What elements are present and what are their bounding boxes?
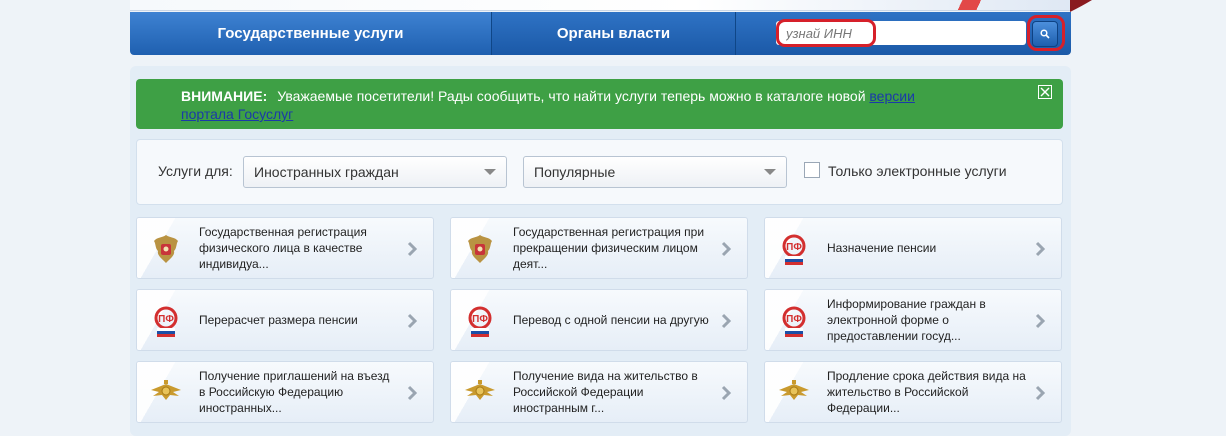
- electronic-only-checkbox[interactable]: [804, 162, 820, 178]
- tab-government-services[interactable]: Государственные услуги: [130, 12, 492, 55]
- search-button[interactable]: [1032, 21, 1058, 47]
- main-navbar: Государственные услуги Органы власти: [130, 12, 1071, 55]
- chevron-right-icon: [721, 385, 732, 401]
- audience-select-value: Иностранных граждан: [254, 164, 399, 180]
- close-icon: [1040, 87, 1050, 97]
- close-button[interactable]: [1038, 85, 1052, 99]
- service-card-label: Получение вида на жительство в Российско…: [513, 369, 698, 415]
- chevron-right-icon: [721, 313, 732, 329]
- service-card[interactable]: ПФ Информирование граждан в электронной …: [764, 289, 1062, 351]
- service-card[interactable]: Получение приглашений на въезд в Российс…: [136, 361, 434, 423]
- svg-text:ПФ: ПФ: [786, 314, 802, 325]
- pension-fund-icon: ПФ: [782, 306, 806, 337]
- chevron-right-icon: [407, 313, 418, 329]
- audience-select[interactable]: Иностранных граждан: [243, 156, 507, 188]
- notice-title: ВНИМАНИЕ:: [181, 88, 268, 104]
- service-card-label: Получение приглашений на въезд в Российс…: [199, 369, 390, 415]
- chevron-right-icon: [407, 385, 418, 401]
- electronic-only-label[interactable]: Только электронные услуги: [828, 163, 1007, 179]
- eagle-emblem-icon: [151, 380, 181, 400]
- search-input[interactable]: [776, 21, 1026, 45]
- pension-fund-icon: ПФ: [468, 306, 492, 337]
- service-card[interactable]: Продление срока действия вида на жительс…: [764, 361, 1062, 423]
- svg-text:ПФ: ПФ: [472, 314, 488, 325]
- notice-text: ВНИМАНИЕ: Уважаемые посетители! Рады сооб…: [181, 87, 971, 123]
- tab-authorities[interactable]: Органы власти: [492, 12, 736, 55]
- filter-label: Услуги для:: [158, 163, 233, 179]
- chevron-right-icon: [721, 241, 732, 257]
- service-card[interactable]: ПФ Перерасчет размера пенсии: [136, 289, 434, 351]
- service-card[interactable]: Государственная регистрация при прекраще…: [450, 217, 748, 279]
- service-card-label: Информирование граждан в электронной фор…: [827, 297, 986, 343]
- service-card-label: Продление срока действия вида на жительс…: [827, 369, 1026, 415]
- service-card-label: Перерасчет размера пенсии: [199, 313, 358, 327]
- banner-corner-decoration: [1070, 0, 1092, 12]
- coat-of-arms-icon: [468, 235, 492, 263]
- chevron-right-icon: [407, 241, 418, 257]
- notice-message: Уважаемые посетители! Рады сообщить, что…: [277, 88, 870, 104]
- chevron-right-icon: [1035, 241, 1046, 257]
- svg-text:ПФ: ПФ: [158, 314, 174, 325]
- notice-banner: ВНИМАНИЕ: Уважаемые посетители! Рады сооб…: [136, 79, 1063, 129]
- svg-text:ПФ: ПФ: [786, 242, 802, 253]
- search-area: [736, 12, 1071, 55]
- chevron-right-icon: [1035, 385, 1046, 401]
- sort-select[interactable]: Популярные: [523, 156, 787, 188]
- eagle-emblem-icon: [465, 380, 495, 400]
- service-card[interactable]: Получение вида на жительство в Российско…: [450, 361, 748, 423]
- service-card-label: Назначение пенсии: [827, 241, 937, 255]
- banner-stripe: [940, 0, 1010, 10]
- service-card-label: Государственная регистрация при прекраще…: [513, 225, 705, 271]
- service-card[interactable]: Государственная регистрация физического …: [136, 217, 434, 279]
- chevron-down-icon: [484, 169, 496, 175]
- eagle-emblem-icon: [779, 380, 809, 400]
- filter-bar: Услуги для: Иностранных граждан Популярн…: [136, 139, 1063, 205]
- service-card[interactable]: ПФ Назначение пенсии: [764, 217, 1062, 279]
- service-card[interactable]: ПФ Перевод с одной пенсии на другую: [450, 289, 748, 351]
- service-card-label: Государственная регистрация физического …: [199, 225, 367, 271]
- top-banner: [130, 0, 1070, 11]
- pension-fund-icon: ПФ: [154, 306, 178, 337]
- chevron-down-icon: [764, 169, 776, 175]
- service-card-label: Перевод с одной пенсии на другую: [513, 313, 709, 327]
- pension-fund-icon: ПФ: [782, 234, 806, 265]
- search-icon: [1040, 29, 1050, 39]
- sort-select-value: Популярные: [534, 164, 616, 180]
- coat-of-arms-icon: [154, 235, 178, 263]
- chevron-right-icon: [1035, 313, 1046, 329]
